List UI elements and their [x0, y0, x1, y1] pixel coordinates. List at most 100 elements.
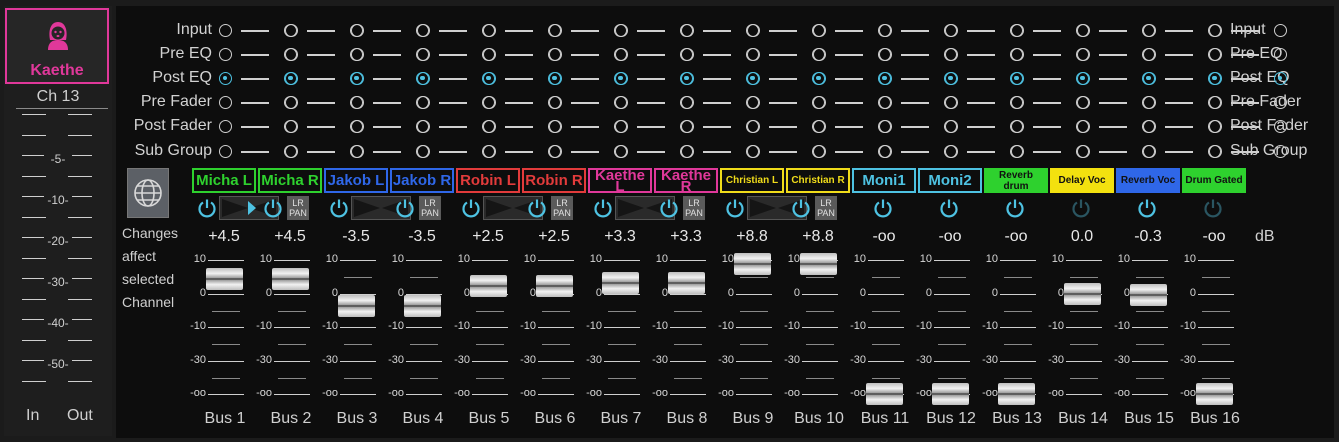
tap-radio-left[interactable]: [351, 96, 364, 109]
tap-radio-left[interactable]: [549, 72, 562, 85]
tap-radio-left[interactable]: [351, 48, 364, 61]
tap-radio-left[interactable]: [945, 145, 958, 158]
fader-knob[interactable]: [932, 383, 969, 405]
tap-radio-left[interactable]: [681, 24, 694, 37]
tap-radio-left[interactable]: [681, 96, 694, 109]
power-icon[interactable]: [939, 198, 959, 218]
tap-radio-right[interactable]: [1274, 120, 1287, 133]
tap-radio-left[interactable]: [1011, 145, 1024, 158]
tap-radio-left[interactable]: [351, 72, 364, 85]
tap-radio-left[interactable]: [219, 24, 232, 37]
fader-knob[interactable]: [800, 253, 837, 275]
tap-radio-left[interactable]: [219, 145, 232, 158]
bus-tag[interactable]: Delay Voc: [1050, 168, 1114, 193]
bus-tag[interactable]: Reverb drum: [984, 168, 1048, 193]
tap-radio-left[interactable]: [1209, 48, 1222, 61]
tap-radio-left[interactable]: [417, 72, 430, 85]
tap-radio-left[interactable]: [747, 72, 760, 85]
tap-radio-left[interactable]: [681, 48, 694, 61]
tap-radio-left[interactable]: [945, 120, 958, 133]
bus-tag[interactable]: Moni2: [918, 168, 982, 193]
tap-radio-left[interactable]: [615, 96, 628, 109]
fader-knob[interactable]: [470, 275, 507, 297]
tap-radio-left[interactable]: [483, 145, 496, 158]
power-icon[interactable]: [1071, 198, 1091, 218]
tap-radio-left[interactable]: [549, 96, 562, 109]
tap-radio-left[interactable]: [285, 120, 298, 133]
power-icon[interactable]: [1005, 198, 1025, 218]
tap-radio-left[interactable]: [681, 145, 694, 158]
tap-radio-left[interactable]: [1143, 120, 1156, 133]
tap-radio-left[interactable]: [747, 48, 760, 61]
power-icon[interactable]: [1203, 198, 1223, 218]
tap-radio-left[interactable]: [285, 96, 298, 109]
power-icon[interactable]: [791, 198, 811, 218]
tap-radio-left[interactable]: [945, 72, 958, 85]
tap-radio-left[interactable]: [1011, 24, 1024, 37]
tap-radio-left[interactable]: [1209, 96, 1222, 109]
tap-radio-left[interactable]: [615, 120, 628, 133]
tap-radio-left[interactable]: [417, 96, 430, 109]
tap-radio-left[interactable]: [747, 120, 760, 133]
tap-radio-left[interactable]: [1143, 24, 1156, 37]
tap-radio-left[interactable]: [1209, 72, 1222, 85]
tap-radio-left[interactable]: [483, 120, 496, 133]
power-icon[interactable]: [1137, 198, 1157, 218]
tap-radio-left[interactable]: [813, 24, 826, 37]
tap-radio-left[interactable]: [813, 145, 826, 158]
tap-radio-left[interactable]: [813, 96, 826, 109]
tap-radio-left[interactable]: [549, 24, 562, 37]
power-icon[interactable]: [527, 198, 547, 218]
tap-radio-left[interactable]: [945, 24, 958, 37]
fader-knob[interactable]: [536, 275, 573, 297]
tap-radio-left[interactable]: [219, 96, 232, 109]
tap-radio-left[interactable]: [219, 120, 232, 133]
tap-radio-right[interactable]: [1274, 48, 1287, 61]
tap-radio-left[interactable]: [285, 24, 298, 37]
bus-tag[interactable]: Robin R: [522, 168, 586, 193]
power-icon[interactable]: [197, 198, 217, 218]
tap-radio-left[interactable]: [1143, 96, 1156, 109]
bus-tag[interactable]: Kaethe R: [654, 168, 718, 194]
tap-radio-left[interactable]: [1209, 145, 1222, 158]
tap-radio-left[interactable]: [483, 72, 496, 85]
tap-radio-left[interactable]: [615, 72, 628, 85]
power-icon[interactable]: [593, 198, 613, 218]
tap-radio-left[interactable]: [615, 24, 628, 37]
power-icon[interactable]: [395, 198, 415, 218]
tap-radio-left[interactable]: [219, 48, 232, 61]
tap-radio-left[interactable]: [945, 48, 958, 61]
tap-radio-left[interactable]: [549, 48, 562, 61]
fader-knob[interactable]: [998, 383, 1035, 405]
tap-radio-left[interactable]: [1077, 72, 1090, 85]
tap-radio-left[interactable]: [417, 145, 430, 158]
fader-knob[interactable]: [866, 383, 903, 405]
tap-radio-left[interactable]: [417, 24, 430, 37]
tap-radio-left[interactable]: [285, 145, 298, 158]
bus-tag[interactable]: Robin L: [456, 168, 520, 193]
tap-radio-left[interactable]: [417, 48, 430, 61]
bus-tag[interactable]: Jakob R: [390, 168, 454, 193]
tap-radio-left[interactable]: [879, 96, 892, 109]
fader-knob[interactable]: [404, 295, 441, 317]
tap-radio-left[interactable]: [351, 24, 364, 37]
tap-radio-left[interactable]: [747, 96, 760, 109]
tap-radio-left[interactable]: [417, 120, 430, 133]
bus-tag[interactable]: Micha L: [192, 168, 256, 193]
tap-radio-left[interactable]: [1143, 145, 1156, 158]
fader-knob[interactable]: [1196, 383, 1233, 405]
fader-knob[interactable]: [206, 268, 243, 290]
fader-knob[interactable]: [668, 272, 705, 294]
tap-radio-left[interactable]: [879, 48, 892, 61]
power-icon[interactable]: [725, 198, 745, 218]
fader-knob[interactable]: [602, 272, 639, 294]
lr-pan-button[interactable]: LR PAN: [815, 196, 837, 220]
lr-pan-button[interactable]: LR PAN: [419, 196, 441, 220]
bus-tag[interactable]: Moni1: [852, 168, 916, 193]
bus-tag[interactable]: Kaethe L: [588, 168, 652, 194]
power-icon[interactable]: [263, 198, 283, 218]
power-icon[interactable]: [873, 198, 893, 218]
tap-radio-right[interactable]: [1274, 24, 1287, 37]
fader-knob[interactable]: [734, 253, 771, 275]
tap-radio-left[interactable]: [351, 120, 364, 133]
